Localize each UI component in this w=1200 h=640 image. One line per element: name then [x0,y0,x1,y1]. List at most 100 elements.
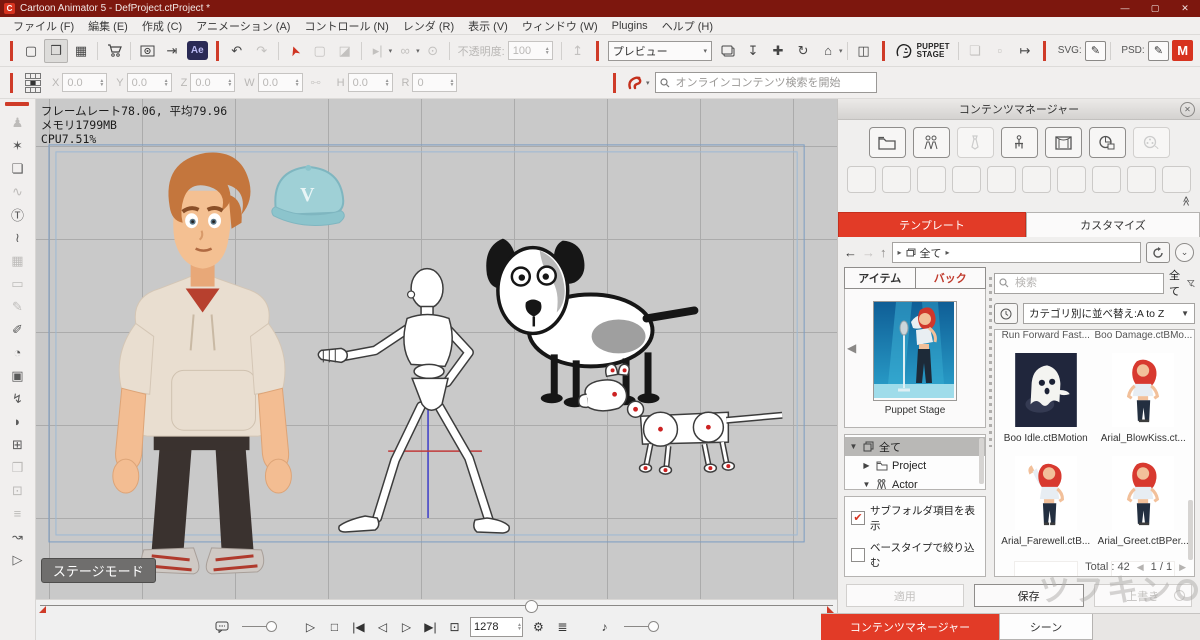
tree-expand-icon[interactable]: ▼ [862,480,871,489]
tab-customize[interactable]: カスタマイズ [1026,212,1200,237]
y-field[interactable]: ▲▼ [127,73,172,92]
chevron-down-icon[interactable]: ▾ [416,47,420,55]
asset-label-partial[interactable]: Boo Damage.ctBMo... [1095,330,1193,341]
timeline-handle[interactable] [525,600,538,613]
marquee-icon[interactable]: ▫ [988,39,1012,63]
frame-number-field[interactable]: ▲▼ [470,617,523,637]
nav-back-icon[interactable]: ← [844,245,857,260]
filter-base-type-checkbox[interactable]: ベースタイプで絞り込む [851,540,979,570]
h-field[interactable]: ▲▼ [348,73,393,92]
w-field[interactable]: ▲▼ [258,73,303,92]
page-next-icon[interactable]: ▶ [1179,562,1186,573]
rotate-tool-icon[interactable]: ↻ [791,39,815,63]
motion-path-tool-icon[interactable]: ≀ [4,226,30,249]
page-icon[interactable]: ▢ [308,39,332,63]
favorite-slot[interactable] [882,166,911,193]
flip-icon[interactable]: ◫ [852,39,876,63]
spring-tool-icon[interactable]: ↝ [4,525,30,548]
frame-number-input[interactable] [471,621,515,633]
menu-create[interactable]: 作成 (C) [135,18,189,34]
tree-item-actor[interactable]: ▼ Actor [845,475,985,490]
cap-prop[interactable]: V [272,165,344,226]
mannequin-character[interactable] [318,269,509,533]
z-input[interactable] [195,77,225,89]
export-button[interactable]: ⇥ [160,39,184,63]
character-tool-icon[interactable]: ♟ [4,111,30,134]
column-splitter[interactable] [987,277,993,447]
category-prop-button[interactable] [1001,127,1038,158]
playback-settings-icon[interactable]: ⚙ [530,618,547,636]
favorite-slot[interactable] [1127,166,1156,193]
favorite-slot[interactable] [1092,166,1121,193]
speech-bubble-icon[interactable] [214,618,231,636]
new-project-button[interactable]: ▢ [19,39,43,63]
category-wardrobe-button[interactable] [957,127,994,158]
sprite-editor-icon[interactable]: ❏ [4,157,30,180]
render-preview-button[interactable] [135,39,159,63]
nav-up-icon[interactable]: ↑ [880,245,887,260]
category-media-button[interactable] [1089,127,1126,158]
home-view-icon[interactable]: ⌂ [816,39,840,63]
asset-item[interactable]: Arial_Greet.ctBPer... [1095,444,1193,547]
r-field[interactable]: ▲▼ [412,73,457,92]
face-key-tool-icon[interactable]: ◔ [4,341,30,364]
open-project-button[interactable]: ❒ [44,39,68,63]
save-project-button[interactable]: ▦ [69,39,93,63]
tree-expand-icon[interactable]: ▼ [849,442,858,451]
timeline-track[interactable] [40,605,833,606]
online-search-field[interactable] [655,72,877,93]
opacity-field[interactable]: ▲▼ [508,41,553,60]
z-field[interactable]: ▲▼ [190,73,235,92]
category-actor-button[interactable] [913,127,950,158]
camera-icon[interactable] [716,39,740,63]
w-input[interactable] [263,77,293,89]
tree-item-project[interactable]: ▶ Project [845,456,985,475]
lipsync-tool-icon[interactable]: ∿ [4,180,30,203]
stop-button[interactable]: □ [326,618,343,636]
y-input[interactable] [132,77,162,89]
asset-item[interactable]: Arial_BlowKiss.ct... [1095,341,1193,444]
chevron-down-icon[interactable]: ▾ [839,47,843,55]
visibility-icon[interactable]: ⊙ [421,39,445,63]
menu-help[interactable]: ヘルプ (H) [655,18,720,34]
panel-header[interactable]: コンテンツマネージャー ✕ [838,99,1200,120]
recent-button[interactable] [994,303,1018,324]
page-prev-icon[interactable]: ◀ [1137,562,1144,573]
favorite-slot[interactable] [1022,166,1051,193]
favorite-slot[interactable] [1057,166,1086,193]
category-animation-button[interactable] [1133,127,1170,158]
puppet-stage-thumbnail[interactable] [873,301,957,401]
monitor-tool-icon[interactable]: ▭ [4,272,30,295]
gesture-tool-icon[interactable]: ✎ [4,295,30,318]
collapse-chevron-icon[interactable]: ≪ [1179,196,1191,206]
audio-note-icon[interactable]: ♪ [596,618,613,636]
export-frame-icon[interactable]: ↦ [1013,39,1037,63]
tab-pack[interactable]: バック [916,267,987,289]
panel-options-icon[interactable]: ⌄ [1175,243,1194,262]
go-to-end-button[interactable]: ▶| [422,618,439,636]
select-tool-icon[interactable]: ➤ [279,35,310,66]
svg-edit-icon[interactable]: ✎ [1085,41,1107,61]
stage-canvas[interactable]: V [36,99,837,599]
favorite-slot[interactable] [1162,166,1191,193]
camera-view-select[interactable]: プレビュー ▾ [608,41,712,61]
online-search-input[interactable] [674,76,872,90]
mesh-tool-icon[interactable]: ⊡ [4,479,30,502]
asset-item[interactable]: Boo Idle.ctBMotion [997,341,1095,444]
tab-template[interactable]: テンプレート [838,212,1026,237]
panel-close-icon[interactable]: ✕ [1180,102,1195,117]
volume-slider[interactable] [624,621,659,632]
man-character[interactable] [113,152,292,573]
timeline-scrub-bar[interactable] [36,599,837,613]
library-search-field[interactable] [994,273,1164,294]
psd-edit-icon[interactable]: ✎ [1148,41,1170,61]
menu-render[interactable]: レンダ (R) [396,18,461,34]
play-button[interactable]: ▷ [302,618,319,636]
r-input[interactable] [417,77,447,89]
menu-edit[interactable]: 編集 (E) [81,18,135,34]
tree-expand-icon[interactable]: ▶ [862,461,871,470]
next-frame-button[interactable]: ▷ [398,618,415,636]
bubble-opacity-slider[interactable] [242,621,277,632]
menu-animation[interactable]: アニメーション (A) [189,18,297,34]
link-icon[interactable]: ∞ [393,39,417,63]
